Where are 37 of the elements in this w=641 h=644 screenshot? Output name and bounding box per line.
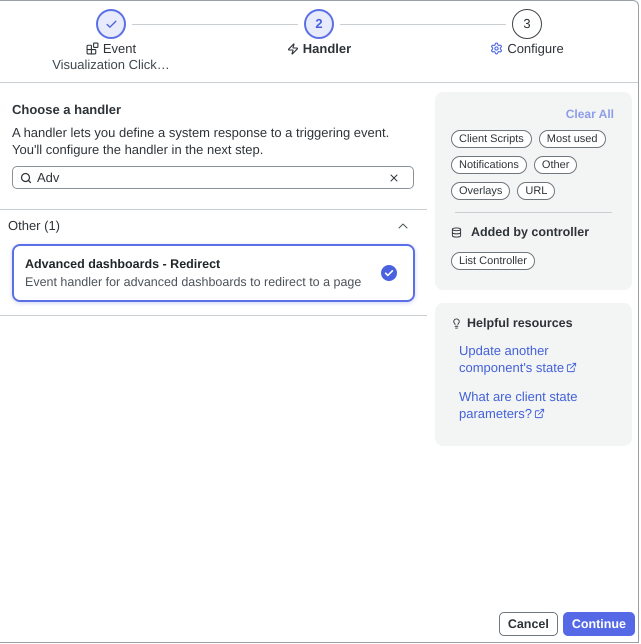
close-icon	[388, 172, 400, 184]
check-icon	[104, 18, 118, 30]
filter-chip[interactable]: Overlays	[451, 182, 510, 200]
help-link[interactable]: What are client state parameters?	[459, 388, 618, 422]
handler-description: Event handler for advanced dashboards to redirect to a page	[25, 274, 362, 291]
database-icon	[451, 226, 462, 238]
search-icon	[20, 172, 32, 184]
step-number: 2	[304, 9, 334, 39]
step-label: Configure	[507, 40, 564, 57]
external-link-icon	[534, 408, 545, 420]
cancel-button[interactable]: Cancel	[498, 612, 558, 636]
section-heading: Choose a handler	[12, 101, 122, 119]
step-label: Event	[102, 40, 136, 57]
filter-chip[interactable]: URL	[517, 182, 556, 200]
step-sublabel: Visualization Click…	[52, 57, 170, 73]
help-link[interactable]: Update another component's state	[459, 342, 618, 376]
group-header[interactable]: Other (1)	[0, 210, 427, 241]
step-label: Handler	[302, 40, 352, 57]
section-heading: Helpful resources	[467, 315, 573, 332]
filter-chip[interactable]: Most used	[538, 130, 606, 148]
filter-chip[interactable]: Client Scripts	[451, 130, 532, 148]
section-heading: Added by controller	[471, 224, 590, 240]
filter-chip[interactable]: List Controller	[451, 252, 535, 270]
lightbulb-icon	[451, 318, 462, 329]
external-link-icon	[566, 362, 578, 374]
search-field[interactable]: Adv	[12, 166, 414, 189]
settings-icon	[490, 42, 504, 55]
handler-title: Advanced dashboards - Redirect	[25, 256, 222, 273]
step-number: 3	[512, 9, 542, 39]
filter-chip[interactable]: Notifications	[451, 156, 527, 174]
description-text: A handler lets you define a system response to a triggering event. You'll configure the handler in the next step.	[12, 124, 390, 158]
check-circle-icon	[381, 265, 397, 281]
handler-card[interactable]: Advanced dashboards - Redirect Event handler for advanced dashboards to redirect to a page	[12, 244, 415, 302]
blocks-icon	[86, 42, 99, 55]
filter-chip[interactable]: Other	[534, 156, 578, 174]
bolt-icon	[286, 42, 299, 54]
continue-button[interactable]: Continue	[562, 612, 635, 636]
